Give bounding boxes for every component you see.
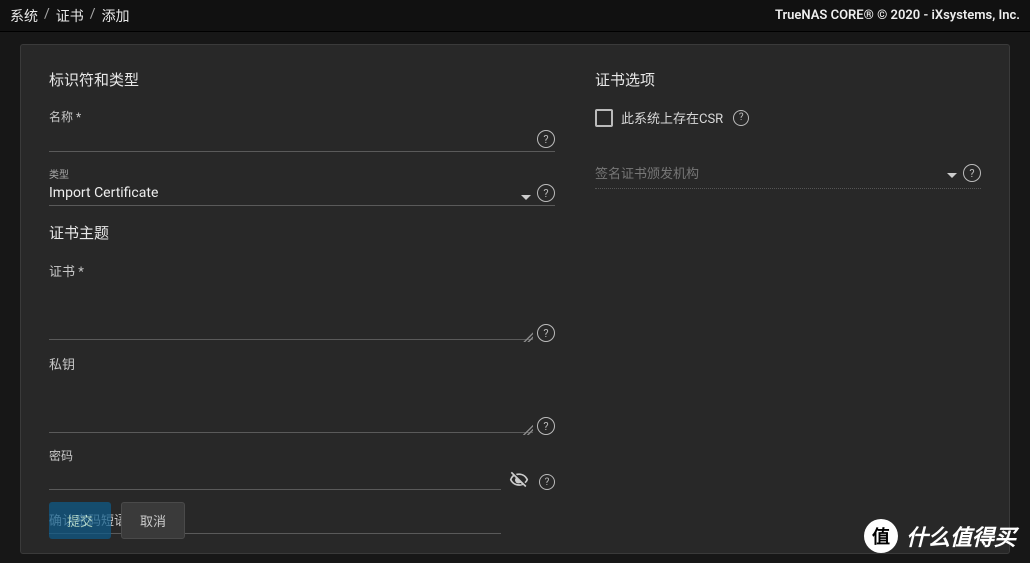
certificate-textarea[interactable] [49, 294, 533, 340]
copyright-text: TrueNAS CORE® © 2020 - iXsystems, Inc. [775, 8, 1020, 23]
password-input[interactable] [49, 466, 501, 490]
signing-ca-placeholder: 签名证书颁发机构 [595, 167, 699, 182]
name-input[interactable] [49, 127, 555, 152]
help-icon[interactable]: ? [963, 164, 981, 182]
help-icon[interactable]: ? [537, 417, 555, 435]
csr-checkbox[interactable] [595, 109, 613, 127]
help-icon[interactable]: ? [537, 130, 555, 148]
right-column: 证书选项 此系统上存在CSR ? 签名证书颁发机构 ? [595, 69, 981, 534]
breadcrumb-certificates[interactable]: 证书 [56, 6, 84, 26]
type-select[interactable]: Import Certificate [49, 181, 555, 206]
chevron-down-icon [521, 195, 531, 200]
cancel-button[interactable]: 取消 [121, 502, 185, 539]
breadcrumb-add: 添加 [102, 6, 130, 26]
password-label: 密码 [49, 447, 501, 464]
form-panel: 标识符和类型 名称 * ? 类型 Import Certificate ? 证书… [20, 44, 1010, 554]
breadcrumb-system[interactable]: 系统 [10, 6, 38, 26]
breadcrumb: 系统 / 证书 / 添加 [10, 6, 130, 26]
button-row: 提交 取消 [49, 502, 185, 539]
resize-handle-icon[interactable] [523, 425, 533, 435]
cert-subject-title: 证书主题 [49, 222, 555, 243]
resize-handle-icon[interactable] [523, 332, 533, 342]
breadcrumb-sep: / [44, 6, 50, 26]
csr-label: 此系统上存在CSR [621, 108, 723, 127]
name-label: 名称 * [49, 108, 555, 125]
help-icon[interactable]: ? [539, 474, 555, 490]
breadcrumb-sep: / [90, 6, 96, 26]
left-column: 标识符和类型 名称 * ? 类型 Import Certificate ? 证书… [49, 69, 555, 534]
top-bar: 系统 / 证书 / 添加 TrueNAS CORE® © 2020 - iXsy… [0, 0, 1030, 32]
identifier-type-title: 标识符和类型 [49, 69, 555, 90]
visibility-off-icon[interactable] [509, 470, 529, 490]
private-key-textarea[interactable] [49, 387, 533, 433]
submit-button[interactable]: 提交 [49, 502, 111, 539]
help-icon[interactable]: ? [537, 184, 555, 202]
chevron-down-icon [947, 173, 957, 178]
help-icon[interactable]: ? [537, 324, 555, 342]
private-key-label: 私钥 [49, 354, 555, 373]
certificate-label: 证书 * [49, 261, 555, 280]
cert-options-title: 证书选项 [595, 69, 981, 90]
signing-ca-select[interactable]: 签名证书颁发机构 ? [595, 157, 981, 189]
type-label: 类型 [49, 166, 555, 181]
help-icon[interactable]: ? [733, 110, 749, 126]
